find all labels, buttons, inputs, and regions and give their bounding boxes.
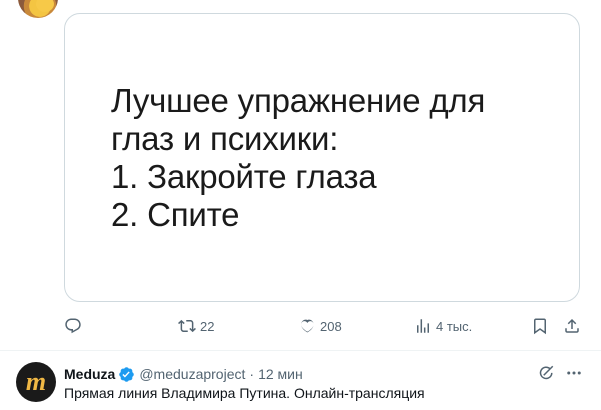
more-options-icon[interactable] — [565, 364, 583, 382]
share-button[interactable] — [563, 314, 581, 338]
media-text: Лучшее упражнение для глаз и психики: 1.… — [111, 82, 485, 234]
tweet-header: Meduza @meduzaproject · 12 мин — [64, 364, 303, 384]
views-button[interactable]: 4 тыс. — [414, 314, 472, 338]
media-line-1: Лучшее упражнение для — [111, 82, 486, 119]
meduza-avatar[interactable]: m — [16, 362, 56, 402]
views-count: 4 тыс. — [436, 318, 473, 334]
verified-badge-icon[interactable] — [118, 366, 135, 383]
bookmark-icon — [534, 318, 546, 335]
emoji-face-icon — [36, 0, 54, 12]
media-line-3: 1. Закройте глаза — [111, 158, 377, 195]
heart-icon — [301, 319, 314, 333]
grok-icon[interactable] — [537, 364, 555, 382]
tweet-divider — [0, 350, 601, 351]
views-chart-icon — [417, 319, 429, 333]
author-name[interactable]: Meduza — [64, 366, 115, 382]
retweet-icon — [178, 319, 196, 333]
media-line-2: глаз и психики: — [111, 120, 339, 157]
separator-dot: · — [249, 366, 255, 382]
retweet-button[interactable]: 22 — [178, 314, 214, 338]
previous-author-avatar[interactable] — [18, 0, 58, 18]
retweet-count: 22 — [200, 318, 215, 334]
avatar-logo-letter: m — [25, 367, 47, 396]
tweet-text: Прямая линия Владимира Путина. Онлайн-тр… — [64, 385, 425, 401]
bookmark-button[interactable] — [531, 314, 549, 338]
reply-button[interactable] — [64, 314, 82, 338]
author-handle[interactable]: @meduzaproject — [139, 366, 245, 382]
tweet-media-image[interactable]: Лучшее упражнение для глаз и психики: 1.… — [64, 13, 580, 302]
share-icon — [565, 318, 579, 333]
like-button[interactable]: 208 — [298, 314, 342, 338]
reply-icon — [65, 318, 81, 334]
like-count: 208 — [320, 318, 342, 334]
tweet-action-bar: 22 208 4 тыс. — [64, 314, 584, 338]
media-line-4: 2. Спите — [111, 196, 240, 233]
tweet-time[interactable]: 12 мин — [258, 366, 303, 382]
